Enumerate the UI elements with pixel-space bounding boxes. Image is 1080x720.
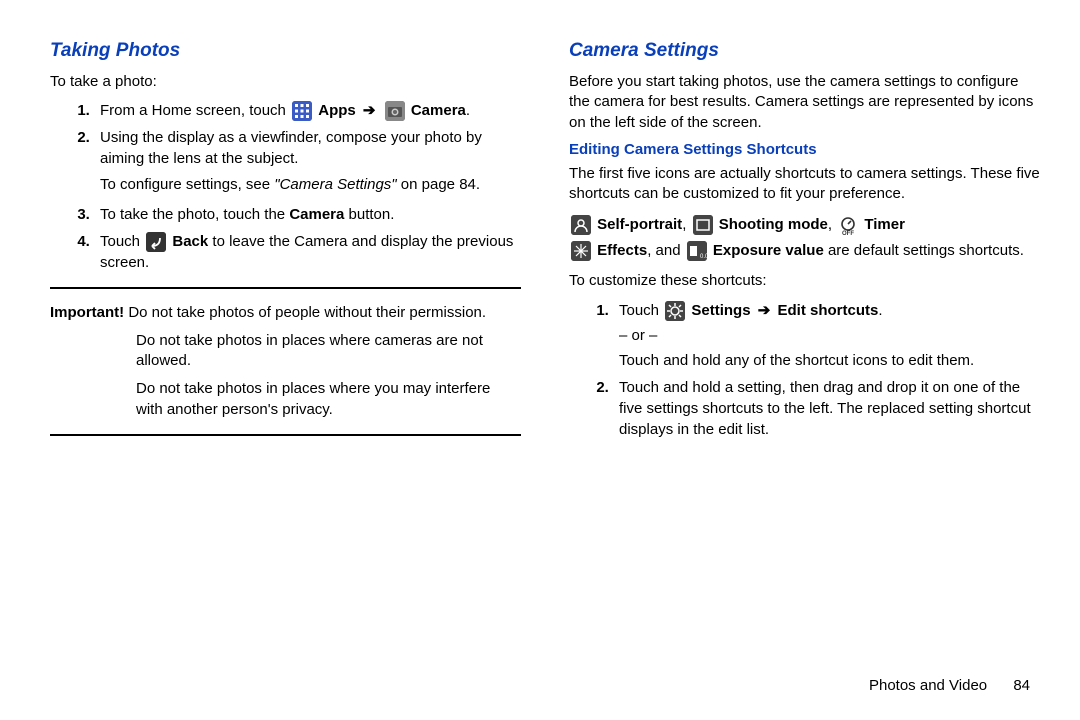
editing-shortcuts-subheading: Editing Camera Settings Shortcuts — [569, 141, 1040, 158]
step-2: Using the display as a viewfinder, compo… — [94, 127, 521, 195]
shortcuts-desc: The first five icons are actually shortc… — [569, 164, 1040, 205]
or-text: – or – — [619, 325, 1040, 346]
effects-icon — [571, 241, 591, 261]
exposure-icon: 0.0 — [687, 241, 707, 261]
customize-steps: Touch Settings ➔ Edit shortcuts. – or – … — [569, 300, 1040, 440]
camera-icon — [385, 101, 405, 121]
page-footer: Photos and Video 84 — [869, 677, 1030, 694]
taking-photos-steps: From a Home screen, touch Apps ➔ Camera.… — [50, 100, 521, 272]
footer-page-number: 84 — [1013, 677, 1030, 694]
important-label: Important! — [50, 304, 124, 321]
step-1: From a Home screen, touch Apps ➔ Camera. — [94, 100, 521, 121]
timer-icon: OFF — [838, 215, 858, 235]
taking-photos-heading: Taking Photos — [50, 40, 521, 62]
divider — [50, 434, 521, 436]
step-3: To take the photo, touch the Camera butt… — [94, 204, 521, 225]
left-column: Taking Photos To take a photo: From a Ho… — [50, 40, 521, 700]
customize-intro: To customize these shortcuts: — [569, 271, 1040, 291]
customize-step-1b: Touch and hold any of the shortcut icons… — [619, 350, 1040, 371]
footer-section: Photos and Video — [869, 677, 987, 694]
apps-grid-icon — [292, 101, 312, 121]
divider — [50, 287, 521, 289]
back-icon — [146, 232, 166, 252]
shooting-mode-icon — [693, 215, 713, 235]
svg-text:OFF: OFF — [842, 231, 854, 235]
customize-step-2: Touch and hold a setting, then drag and … — [613, 377, 1040, 440]
default-shortcuts: Self-portrait, Shooting mode, OFF Timer … — [569, 212, 1040, 263]
intro-text: To take a photo: — [50, 72, 521, 92]
camera-settings-intro: Before you start taking photos, use the … — [569, 72, 1040, 133]
right-column: Camera Settings Before you start taking … — [569, 40, 1040, 700]
camera-settings-heading: Camera Settings — [569, 40, 1040, 62]
important-block: Important! Do not take photos of people … — [50, 303, 521, 420]
customize-step-1: Touch Settings ➔ Edit shortcuts. – or – … — [613, 300, 1040, 371]
settings-gear-icon — [665, 301, 685, 321]
self-portrait-icon — [571, 215, 591, 235]
svg-text:0.0: 0.0 — [700, 254, 707, 260]
step-4: Touch Back to leave the Camera and displ… — [94, 231, 521, 273]
